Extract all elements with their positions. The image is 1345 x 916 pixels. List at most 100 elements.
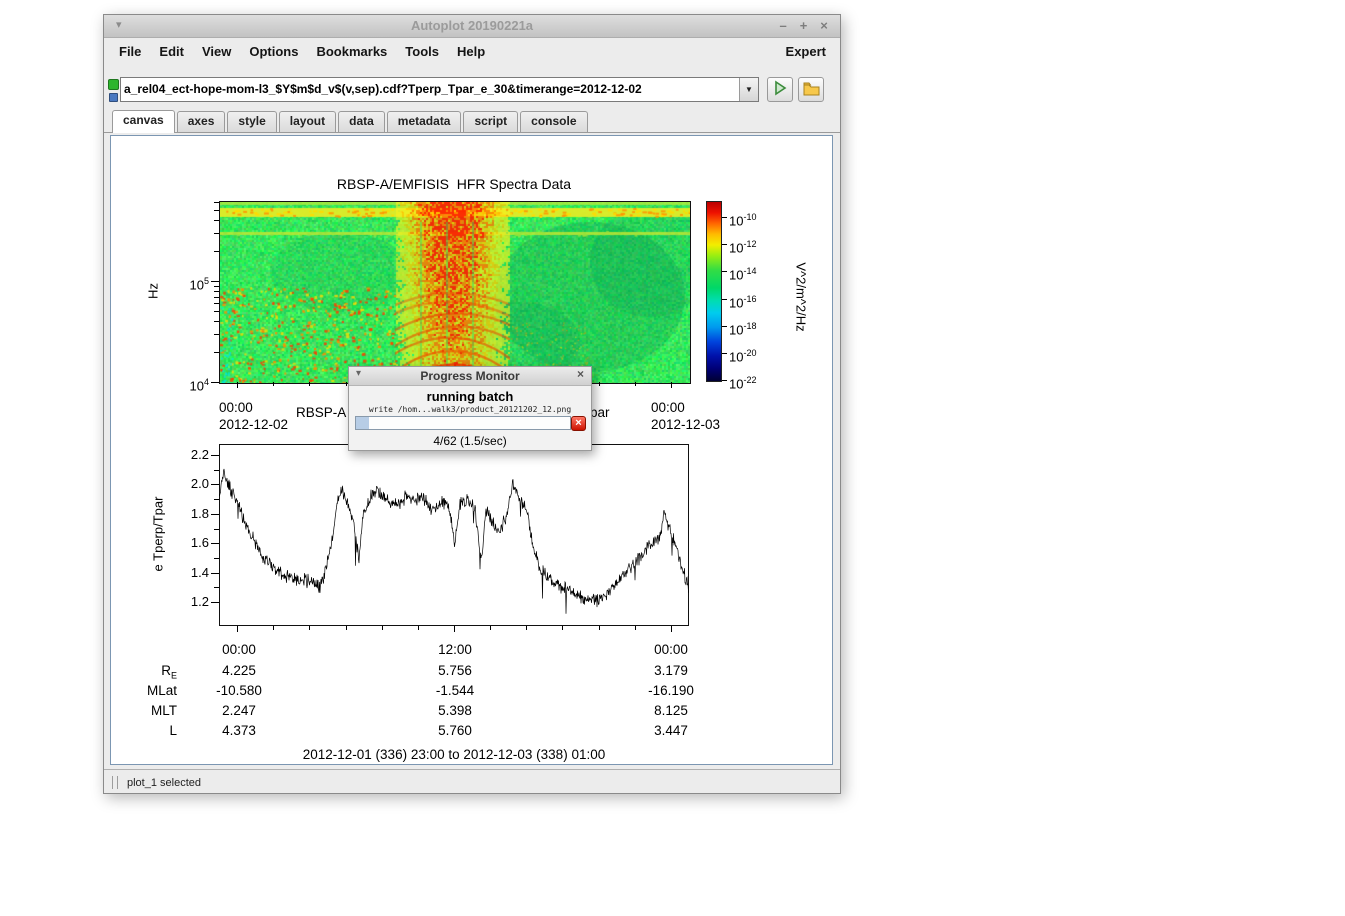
uri-status-icon[interactable] [108, 79, 119, 90]
x-tick-time: 00:00 [219, 399, 288, 416]
uri-leading-icons [108, 79, 120, 102]
y-tick-label: 2.2 [169, 447, 209, 463]
folder-icon [803, 81, 820, 96]
y-tick-label: 2.0 [169, 476, 209, 492]
timeseries-trace [219, 469, 689, 614]
tick-mark [214, 210, 219, 211]
tick-mark [671, 382, 672, 388]
uri-field[interactable]: a_rel04_ect-hope-mom-l3_$Y$m$d_v$(v,sep)… [120, 77, 759, 102]
tick-mark [211, 455, 219, 456]
tick-mark [722, 380, 727, 381]
spectrogram-plot[interactable] [219, 201, 691, 384]
tab-console[interactable]: console [520, 111, 587, 132]
menu-edit[interactable]: Edit [150, 41, 193, 62]
tick-mark [211, 573, 219, 574]
dialog-menu-icon[interactable]: ▾ [356, 368, 361, 379]
ephemeris-row-label: MLat [111, 683, 177, 701]
tick-mark [211, 281, 219, 282]
chevron-down-icon: ▼ [745, 85, 753, 94]
ephemeris-row-label: RE [111, 663, 177, 681]
tick-mark [214, 286, 219, 287]
tick-mark [599, 626, 600, 630]
tick-mark [214, 499, 219, 500]
window-menu-icon[interactable]: ▾ [116, 18, 122, 31]
colorbar[interactable] [706, 201, 722, 382]
tab-script[interactable]: script [463, 111, 518, 132]
tab-axes[interactable]: axes [177, 111, 226, 132]
plot-canvas[interactable]: RBSP-A/EMFISIS HFR Spectra Data Hz 105 1… [110, 135, 833, 765]
progress-bar [355, 416, 571, 430]
progress-bar-fill [356, 417, 369, 429]
x-tick-date: 2012-12-02 [219, 416, 288, 433]
tick-mark [722, 299, 727, 300]
close-button[interactable]: × [816, 15, 832, 37]
cancel-button[interactable]: × [571, 416, 586, 431]
uri-aggregation-icon[interactable] [109, 93, 118, 102]
tick-mark [214, 311, 219, 312]
tick-mark [418, 626, 419, 630]
tick-mark [214, 251, 219, 252]
colorbar-axis-label: V^2/m^2/Hz [794, 262, 809, 331]
tick-mark [454, 626, 455, 632]
tab-canvas[interactable]: canvas [112, 110, 175, 133]
tick-mark [526, 626, 527, 630]
tick-mark [722, 244, 727, 245]
tick-mark [214, 321, 219, 322]
tab-layout[interactable]: layout [279, 111, 336, 132]
tab-style[interactable]: style [227, 111, 276, 132]
tick-mark [214, 558, 219, 559]
tick-mark [214, 202, 219, 203]
colorbar-tick-label: 10-14 [729, 263, 789, 283]
x-tick-time: 12:00 [410, 642, 500, 657]
progress-dialog-title: Progress Monitor [349, 367, 591, 386]
tab-data[interactable]: data [338, 111, 385, 132]
uri-dropdown-button[interactable]: ▼ [739, 78, 758, 101]
tick-mark [211, 543, 219, 544]
menu-options[interactable]: Options [240, 41, 307, 62]
plot-frame [220, 445, 689, 626]
timeseries-plot[interactable] [219, 444, 689, 626]
statusbar: plot_1 selected [104, 769, 840, 795]
x-axis-tick-block: 00:00 2012-12-02 [219, 399, 288, 433]
progress-bar-row: × [349, 416, 591, 432]
go-button[interactable] [767, 77, 793, 102]
tick-mark [214, 352, 219, 353]
minimize-button[interactable]: – [775, 15, 791, 37]
ephemeris-row-label: MLT [111, 703, 177, 721]
tick-mark [635, 626, 636, 630]
tick-mark [211, 514, 219, 515]
tick-mark [671, 626, 672, 632]
uri-input[interactable]: a_rel04_ect-hope-mom-l3_$Y$m$d_v$(v,sep)… [121, 78, 739, 101]
y-tick-label: 1.4 [169, 565, 209, 581]
tick-mark [214, 303, 219, 304]
tick-mark [309, 382, 310, 386]
occluded-plot-title-fragment: RBSP-A [296, 405, 346, 420]
expert-mode-label[interactable]: Expert [786, 44, 840, 59]
menu-tools[interactable]: Tools [396, 41, 448, 62]
menu-help[interactable]: Help [448, 41, 494, 62]
ephemeris-value: 4.225 [194, 663, 284, 678]
menu-view[interactable]: View [193, 41, 240, 62]
timeseries-y-axis-label: e Tperp/Tpar [151, 497, 166, 572]
tick-mark [346, 626, 347, 630]
menu-file[interactable]: File [110, 41, 150, 62]
maximize-button[interactable]: + [796, 15, 812, 37]
progress-dialog-titlebar[interactable]: ▾ Progress Monitor × [349, 367, 591, 386]
tick-mark [382, 626, 383, 630]
x-tick-time: 00:00 [651, 399, 720, 416]
dialog-close-icon[interactable]: × [577, 367, 584, 381]
window-titlebar[interactable]: ▾ Autoplot 20190221a – + × [104, 15, 840, 38]
tab-metadata[interactable]: metadata [387, 111, 462, 132]
menubar: File Edit View Options Bookmarks Tools H… [104, 38, 840, 64]
resize-grip[interactable] [112, 776, 118, 789]
tick-mark [214, 334, 219, 335]
tick-mark [722, 217, 727, 218]
tick-mark [722, 271, 727, 272]
menu-bookmarks[interactable]: Bookmarks [307, 41, 396, 62]
ephemeris-value: 8.125 [626, 703, 716, 718]
open-file-button[interactable] [798, 77, 824, 102]
plot-title: RBSP-A/EMFISIS HFR Spectra Data [219, 176, 689, 192]
tick-mark [214, 470, 219, 471]
uri-toolbar: a_rel04_ect-hope-mom-l3_$Y$m$d_v$(v,sep)… [104, 64, 840, 108]
tick-mark [214, 220, 219, 221]
